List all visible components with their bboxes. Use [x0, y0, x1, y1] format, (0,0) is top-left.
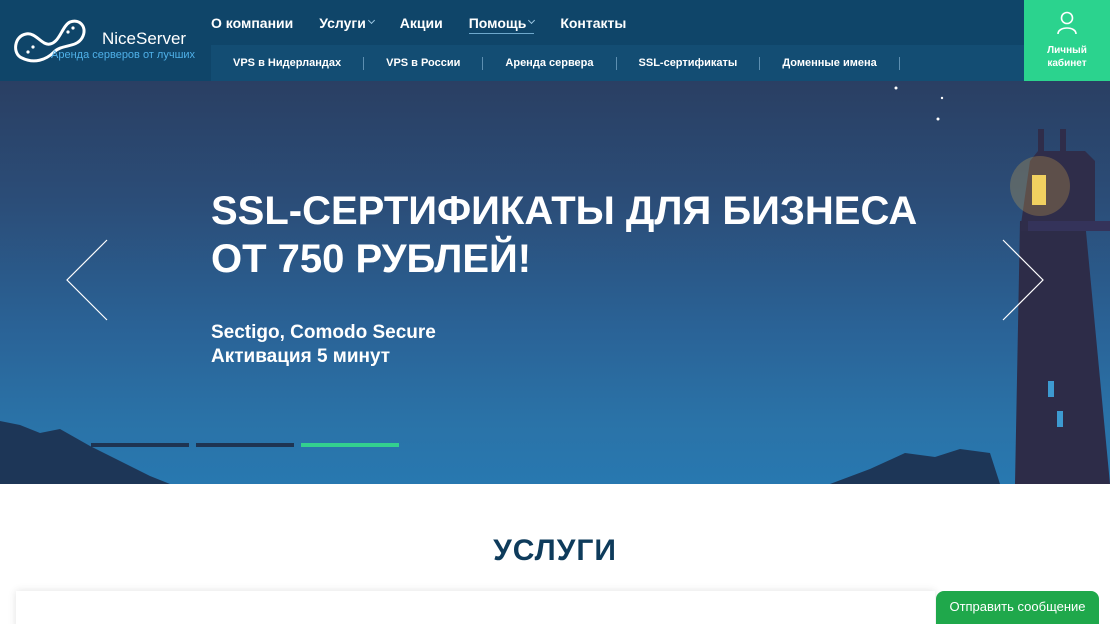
nav-item-contacts[interactable]: Контакты — [560, 15, 626, 31]
nav-item-promotions[interactable]: Акции — [400, 15, 443, 31]
cabinet-label-line2: кабинет — [1047, 58, 1087, 69]
sub-nav: VPS в Нидерландах VPS в России Аренда се… — [211, 45, 1024, 81]
site-header: NiceServer Аренда серверов от лучших О к… — [0, 0, 1110, 81]
hero-slider: SSL-СЕРТИФИКАТЫ ДЛЯ БИЗНЕСА ОТ 750 РУБЛЕ… — [0, 81, 1110, 484]
services-heading: УСЛУГИ — [493, 534, 617, 567]
subnav-item-server-rent[interactable]: Аренда сервера — [483, 56, 617, 70]
chevron-down-icon — [367, 16, 375, 25]
nav-item-label: Контакты — [560, 14, 627, 31]
main-nav: О компании Услуги Акции Помощь Контакты — [211, 0, 652, 45]
send-message-button[interactable]: Отправить сообщение — [936, 591, 1099, 624]
brand-name: NiceServer — [102, 29, 187, 48]
subnav-item-ssl[interactable]: SSL-сертификаты — [617, 56, 761, 70]
infinity-logo-icon — [14, 19, 86, 63]
nav-item-about[interactable]: О компании — [211, 15, 293, 31]
subnav-item-vps-netherlands[interactable]: VPS в Нидерландах — [211, 56, 365, 70]
nav-item-label: Помощь — [468, 14, 527, 31]
brand-tagline: Аренда серверов от лучших — [51, 49, 196, 61]
slider-prev-button[interactable] — [64, 239, 110, 326]
chevron-left-icon — [66, 239, 108, 321]
logo[interactable]: NiceServer Аренда серверов от лучших — [10, 12, 205, 70]
slider-dot-1[interactable] — [91, 443, 189, 447]
slider-dot-3[interactable] — [301, 443, 399, 447]
personal-cabinet-button[interactable]: Личный кабинет — [1024, 0, 1110, 81]
hero-subtitle-line1: Sectigo, Comodo Secure — [211, 322, 436, 343]
hero-subtitle-line2: Активация 5 минут — [211, 346, 391, 367]
slider-next-button[interactable] — [1000, 239, 1046, 326]
user-icon — [1057, 11, 1077, 35]
nav-item-label: Услуги — [319, 14, 366, 31]
services-cards-panel — [16, 591, 935, 624]
subnav-item-domains[interactable]: Доменные имена — [760, 56, 900, 70]
nav-item-services[interactable]: Услуги — [319, 14, 375, 31]
chevron-right-icon — [1002, 239, 1044, 321]
nav-item-help[interactable]: Помощь — [468, 14, 536, 34]
nav-item-label: О компании — [211, 14, 294, 31]
hero-title: SSL-СЕРТИФИКАТЫ ДЛЯ БИЗНЕСА ОТ 750 РУБЛЕ… — [211, 189, 918, 281]
hero-subtitle: Sectigo, Comodo Secure Активация 5 минут — [211, 321, 436, 369]
cabinet-label: Личный кабинет — [1024, 44, 1110, 70]
nav-item-label: Акции — [399, 14, 443, 31]
subnav-item-vps-russia[interactable]: VPS в России — [364, 56, 484, 70]
slider-dot-2[interactable] — [196, 443, 294, 447]
chevron-down-icon — [528, 16, 536, 25]
cabinet-label-line1: Личный — [1047, 45, 1087, 56]
